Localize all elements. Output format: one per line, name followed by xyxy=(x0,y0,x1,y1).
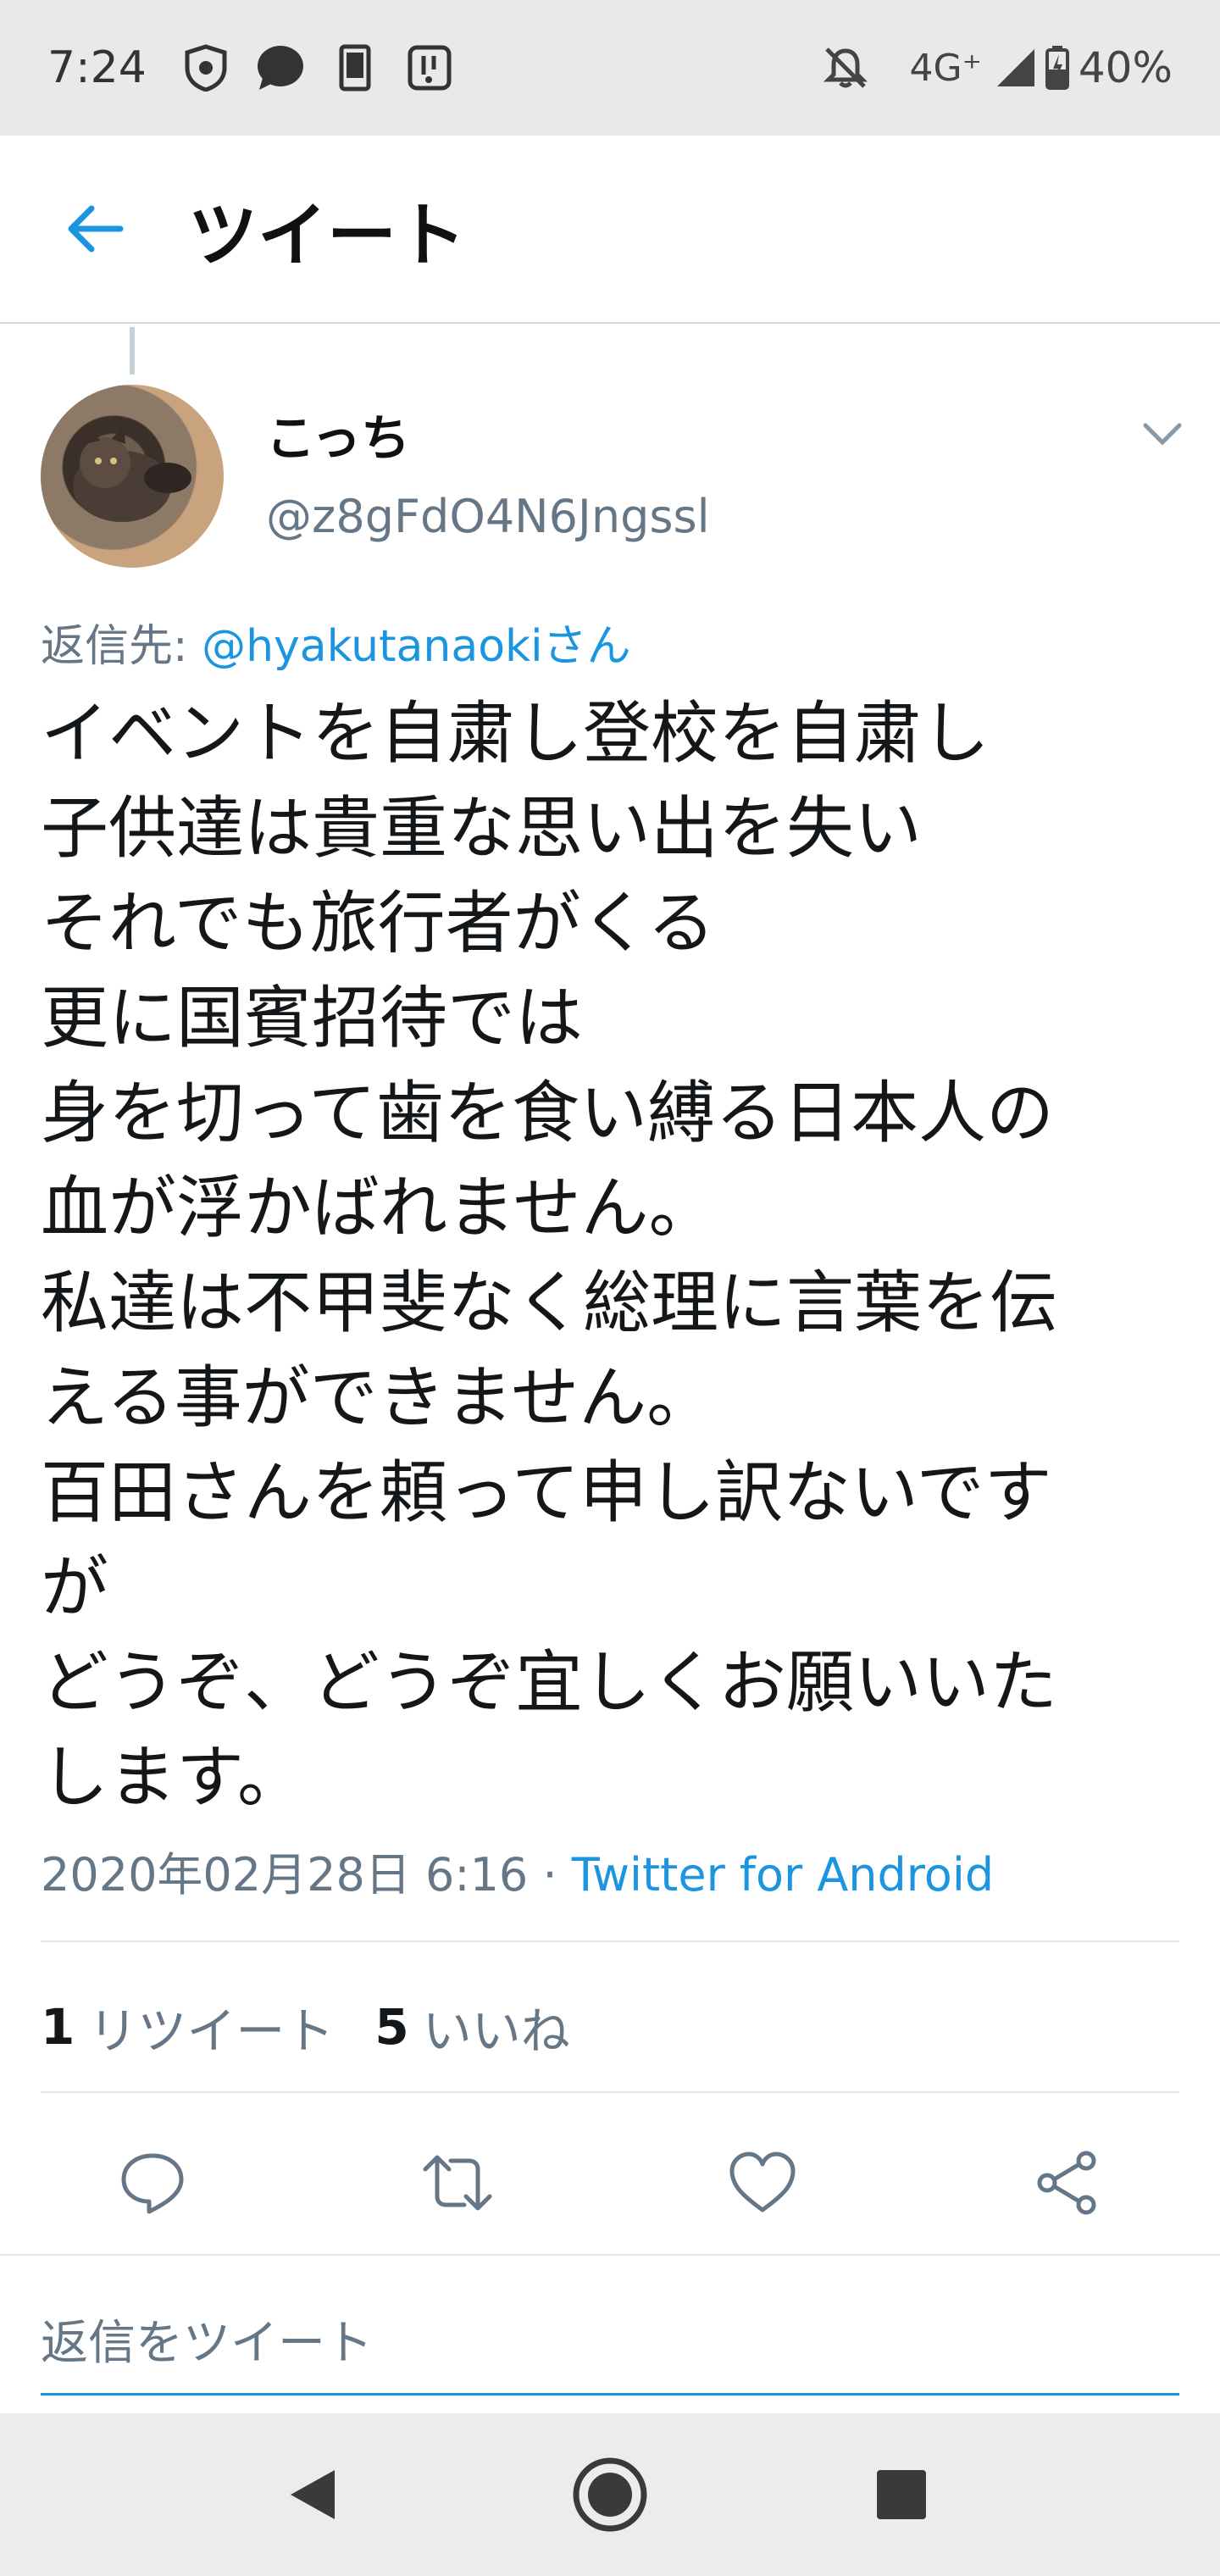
app-bar: ツイート xyxy=(0,136,1220,324)
retweet-button[interactable] xyxy=(420,2146,495,2220)
shield-icon xyxy=(180,42,231,93)
retweet-count[interactable]: 1 xyxy=(41,1998,75,2056)
phone-icon xyxy=(330,42,380,93)
network-type: 4G⁺ xyxy=(909,46,982,90)
nav-home-button[interactable] xyxy=(568,2452,652,2537)
tweet-text: イベントを自粛し登校を自粛し 子供達は貴重な思い出を失い それでも旅行者がくる … xyxy=(41,686,1184,1825)
hands-icon xyxy=(404,42,455,93)
status-time: 7:24 xyxy=(47,42,147,93)
like-label[interactable]: いいね xyxy=(423,1991,570,2062)
like-count[interactable]: 5 xyxy=(374,1998,408,2056)
action-bar xyxy=(0,2129,1220,2230)
thread-connector xyxy=(130,327,135,375)
divider xyxy=(41,2091,1179,2093)
tweet-line: 更に国賓招待では xyxy=(41,979,583,1058)
reply-prefix: 返信先: xyxy=(41,621,202,672)
triangle-back-icon xyxy=(291,2470,335,2519)
share-icon xyxy=(1037,2151,1096,2215)
divider xyxy=(41,1940,1179,1942)
tweet-line: 百田さんを頼って申し訳ないです xyxy=(41,1453,1052,1532)
chevron-down-icon xyxy=(1143,423,1182,446)
author-name[interactable]: こっち xyxy=(266,398,410,469)
avatar[interactable] xyxy=(41,385,224,568)
reply-to-link[interactable]: @hyakutanaokiさん xyxy=(202,621,631,672)
tweet-line: 私達は不甲斐なく総理に言葉を伝 xyxy=(41,1263,1057,1342)
nav-recents-button[interactable] xyxy=(859,2452,944,2537)
tweet-meta: 2020年02月28日 6:16 · Twitter for Android xyxy=(41,1837,994,1904)
reply-button[interactable] xyxy=(115,2146,190,2220)
tweet-line: が xyxy=(41,1548,108,1627)
battery-percent: 40% xyxy=(1078,43,1173,92)
reply-context: 返信先: @hyakutanaokiさん xyxy=(41,610,631,674)
tweet-line: イベントを自粛し登校を自粛し xyxy=(41,694,990,773)
tweet-line: どうぞ、どうぞ宜しくお願いいた xyxy=(41,1643,1057,1722)
reply-input-underline xyxy=(41,2393,1179,2396)
tweet-line: 子供達は貴重な思い出を失い xyxy=(41,789,922,868)
author-handle[interactable]: @z8gFdO4N6Jngssl xyxy=(266,490,710,543)
share-button[interactable] xyxy=(1030,2146,1105,2220)
mute-notifications-icon xyxy=(820,42,871,93)
page-title: ツイート xyxy=(188,195,467,276)
system-nav-bar xyxy=(0,2413,1220,2576)
tweet-line: 血が浮かばれません。 xyxy=(41,1169,717,1247)
arrow-left-icon xyxy=(68,205,124,253)
tweet-timestamp: 2020年02月28日 6:16 · xyxy=(41,1848,572,1901)
home-circle-icon xyxy=(573,2457,647,2532)
like-button[interactable] xyxy=(725,2146,800,2220)
nav-back-button[interactable] xyxy=(271,2452,356,2537)
tweet-line: 身を切って歯を食い縛る日本人の xyxy=(41,1074,1054,1152)
back-button[interactable] xyxy=(44,178,146,280)
reply-input[interactable]: 返信をツイート xyxy=(41,2305,373,2373)
battery-icon xyxy=(1045,42,1070,93)
status-bar: 7:24 4G⁺ 40% xyxy=(0,0,1220,136)
more-options-button[interactable] xyxy=(1135,407,1190,461)
reply-icon xyxy=(121,2153,184,2214)
tweet-line: します。 xyxy=(41,1738,305,1817)
tweet-stats: 1 リツイート 5 いいね xyxy=(41,1991,611,2062)
tweet-source-link[interactable]: Twitter for Android xyxy=(572,1848,994,1901)
divider xyxy=(0,2254,1220,2256)
retweet-label[interactable]: リツイート xyxy=(88,1991,334,2062)
like-icon xyxy=(729,2151,796,2212)
square-recents-icon xyxy=(877,2470,926,2519)
signal-icon xyxy=(990,42,1041,93)
tweet-line: える事ができません。 xyxy=(41,1358,715,1437)
retweet-icon xyxy=(423,2155,492,2211)
chat-bubble-icon xyxy=(255,42,306,93)
tweet-line: それでも旅行者がくる xyxy=(41,884,715,963)
